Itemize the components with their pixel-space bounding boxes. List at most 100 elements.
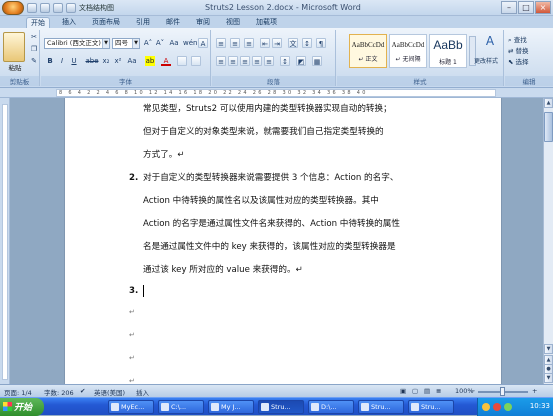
- tab-view[interactable]: 视图: [222, 17, 244, 28]
- style-heading-1[interactable]: AaBb 标题 1: [429, 34, 467, 68]
- scroll-down-icon[interactable]: ▼: [544, 344, 553, 354]
- ribbon: 粘贴 ✂ ❐ ✎ 剪贴板 Calibri (西文正文) ▼ 四号 ▼ A˄ A˅…: [0, 28, 553, 88]
- decrease-indent-icon[interactable]: ⇤: [260, 38, 270, 48]
- clear-format-icon[interactable]: Aa: [169, 38, 179, 48]
- font-color-button[interactable]: A: [161, 56, 171, 66]
- horizontal-ruler[interactable]: 8 6 4 2 2 4 6 8 10 12 14 16 18 20 22 24 …: [0, 88, 553, 98]
- highlight-button[interactable]: ab: [145, 56, 155, 66]
- redo-icon[interactable]: [53, 3, 63, 13]
- align-center-icon[interactable]: ≡: [228, 56, 238, 66]
- font-name-combo[interactable]: Calibri (西文正文) ▼: [44, 38, 110, 49]
- document-map-label[interactable]: 文档结构图: [79, 3, 114, 13]
- full-screen-icon[interactable]: ▢: [412, 387, 418, 395]
- vertical-scrollbar[interactable]: ▲ ▼ ▲ ● ▼: [543, 98, 553, 384]
- tab-page-layout[interactable]: 页面布局: [88, 17, 124, 28]
- find-button[interactable]: ⌕ 查找: [508, 34, 527, 45]
- enclose-char-icon[interactable]: [191, 56, 201, 66]
- char-border-icon[interactable]: A: [198, 38, 208, 48]
- shrink-font-icon[interactable]: A˅: [155, 38, 165, 48]
- web-layout-icon[interactable]: ▤: [424, 387, 430, 395]
- char-shading-icon[interactable]: [177, 56, 187, 66]
- font-group-label: 字体: [41, 76, 210, 86]
- borders-icon[interactable]: ▦: [312, 56, 322, 66]
- multilevel-list-icon[interactable]: ≡: [244, 38, 254, 48]
- tray-icon[interactable]: [482, 403, 490, 411]
- align-left-icon[interactable]: ≡: [216, 56, 226, 66]
- tab-review[interactable]: 审阅: [192, 17, 214, 28]
- tab-addins[interactable]: 加载项: [252, 17, 281, 28]
- minimize-button[interactable]: –: [501, 1, 517, 14]
- grow-font-icon[interactable]: A˄: [143, 38, 153, 48]
- style-sample: AaBbCcDd: [351, 41, 385, 49]
- word-count[interactable]: 字数: 206: [44, 387, 74, 397]
- align-right-icon[interactable]: ≡: [240, 56, 250, 66]
- document-page[interactable]: 常见类型，Struts2 可以使用内建的类型转换器实现自动的转换； 但对于自定义…: [64, 98, 502, 384]
- bold-button[interactable]: B: [45, 56, 55, 66]
- line-spacing-icon[interactable]: ↕: [280, 56, 290, 66]
- chinese-layout-icon[interactable]: 文: [288, 38, 298, 48]
- distributed-icon[interactable]: ≡: [264, 56, 274, 66]
- proofing-icon[interactable]: ✔: [80, 387, 85, 395]
- scroll-up-icon[interactable]: ▲: [544, 98, 553, 108]
- increase-indent-icon[interactable]: ⇥: [272, 38, 282, 48]
- save-icon[interactable]: [27, 3, 37, 13]
- change-case-button[interactable]: Aa: [127, 56, 137, 66]
- insert-mode[interactable]: 插入: [136, 387, 149, 397]
- phonetic-guide-icon[interactable]: wén: [183, 38, 197, 48]
- sort-icon[interactable]: ↕: [302, 38, 312, 48]
- style-normal[interactable]: AaBbCcDd ↵ 正文: [349, 34, 387, 68]
- show-marks-icon[interactable]: ¶: [316, 38, 326, 48]
- shading-icon[interactable]: ◩: [296, 56, 306, 66]
- outline-icon[interactable]: ≣: [436, 387, 441, 395]
- start-button[interactable]: 开始: [0, 398, 44, 416]
- clock[interactable]: 10:33: [530, 402, 550, 410]
- tab-insert[interactable]: 插入: [58, 17, 80, 28]
- style-no-spacing[interactable]: AaBbCcDd ↵ 无间隔: [389, 34, 427, 68]
- undo-icon[interactable]: [40, 3, 50, 13]
- numbering-icon[interactable]: ≡: [230, 38, 240, 48]
- taskbar-item[interactable]: MyEc...: [108, 400, 154, 414]
- copy-icon[interactable]: ❐: [29, 44, 39, 54]
- vertical-ruler[interactable]: [0, 98, 10, 384]
- zoom-out-icon[interactable]: −: [470, 387, 475, 395]
- taskbar-item[interactable]: My J...: [208, 400, 254, 414]
- close-button[interactable]: ×: [535, 1, 551, 14]
- zoom-slider-handle[interactable]: [500, 387, 505, 396]
- taskbar-item[interactable]: Stru...: [408, 400, 454, 414]
- bullets-icon[interactable]: ≡: [216, 38, 226, 48]
- font-size-combo[interactable]: 四号 ▼: [112, 38, 140, 49]
- cut-icon[interactable]: ✂: [29, 32, 39, 42]
- change-styles-label[interactable]: 更改样式: [474, 56, 498, 65]
- maximize-button[interactable]: □: [518, 1, 534, 14]
- superscript-button[interactable]: x²: [113, 56, 123, 66]
- tray-icon[interactable]: [504, 403, 512, 411]
- taskbar-item[interactable]: D:\...: [308, 400, 354, 414]
- scroll-thumb[interactable]: [544, 112, 553, 142]
- next-page-icon[interactable]: ▼: [544, 373, 553, 383]
- tab-home[interactable]: 开始: [26, 17, 50, 28]
- taskbar-item[interactable]: Stru...: [358, 400, 404, 414]
- taskbar-item[interactable]: Stru...: [258, 400, 304, 414]
- select-button[interactable]: ⬉ 选择: [508, 56, 529, 66]
- document-map-icon[interactable]: [66, 3, 76, 13]
- zoom-in-icon[interactable]: +: [532, 387, 537, 395]
- underline-button[interactable]: U: [69, 56, 79, 66]
- chevron-down-icon[interactable]: ▼: [102, 39, 109, 48]
- strikethrough-button[interactable]: abe: [85, 56, 99, 66]
- paste-button[interactable]: [3, 32, 25, 62]
- chevron-down-icon[interactable]: ▼: [132, 39, 139, 48]
- subscript-button[interactable]: x₂: [101, 56, 111, 66]
- justify-icon[interactable]: ≡: [252, 56, 262, 66]
- tab-mailings[interactable]: 邮件: [162, 17, 184, 28]
- language-indicator[interactable]: 英语(美国): [94, 387, 125, 397]
- print-layout-icon[interactable]: ▣: [400, 387, 406, 395]
- page-indicator[interactable]: 页面: 1/4: [4, 387, 32, 397]
- format-painter-icon[interactable]: ✎: [29, 56, 39, 66]
- replace-button[interactable]: ⇄ 替换: [508, 45, 529, 55]
- tray-icon[interactable]: [493, 403, 501, 411]
- italic-button[interactable]: I: [57, 56, 67, 66]
- tab-references[interactable]: 引用: [132, 17, 154, 28]
- change-styles-icon[interactable]: A: [482, 35, 498, 52]
- office-button[interactable]: [2, 1, 24, 15]
- taskbar-item[interactable]: C:\...: [158, 400, 204, 414]
